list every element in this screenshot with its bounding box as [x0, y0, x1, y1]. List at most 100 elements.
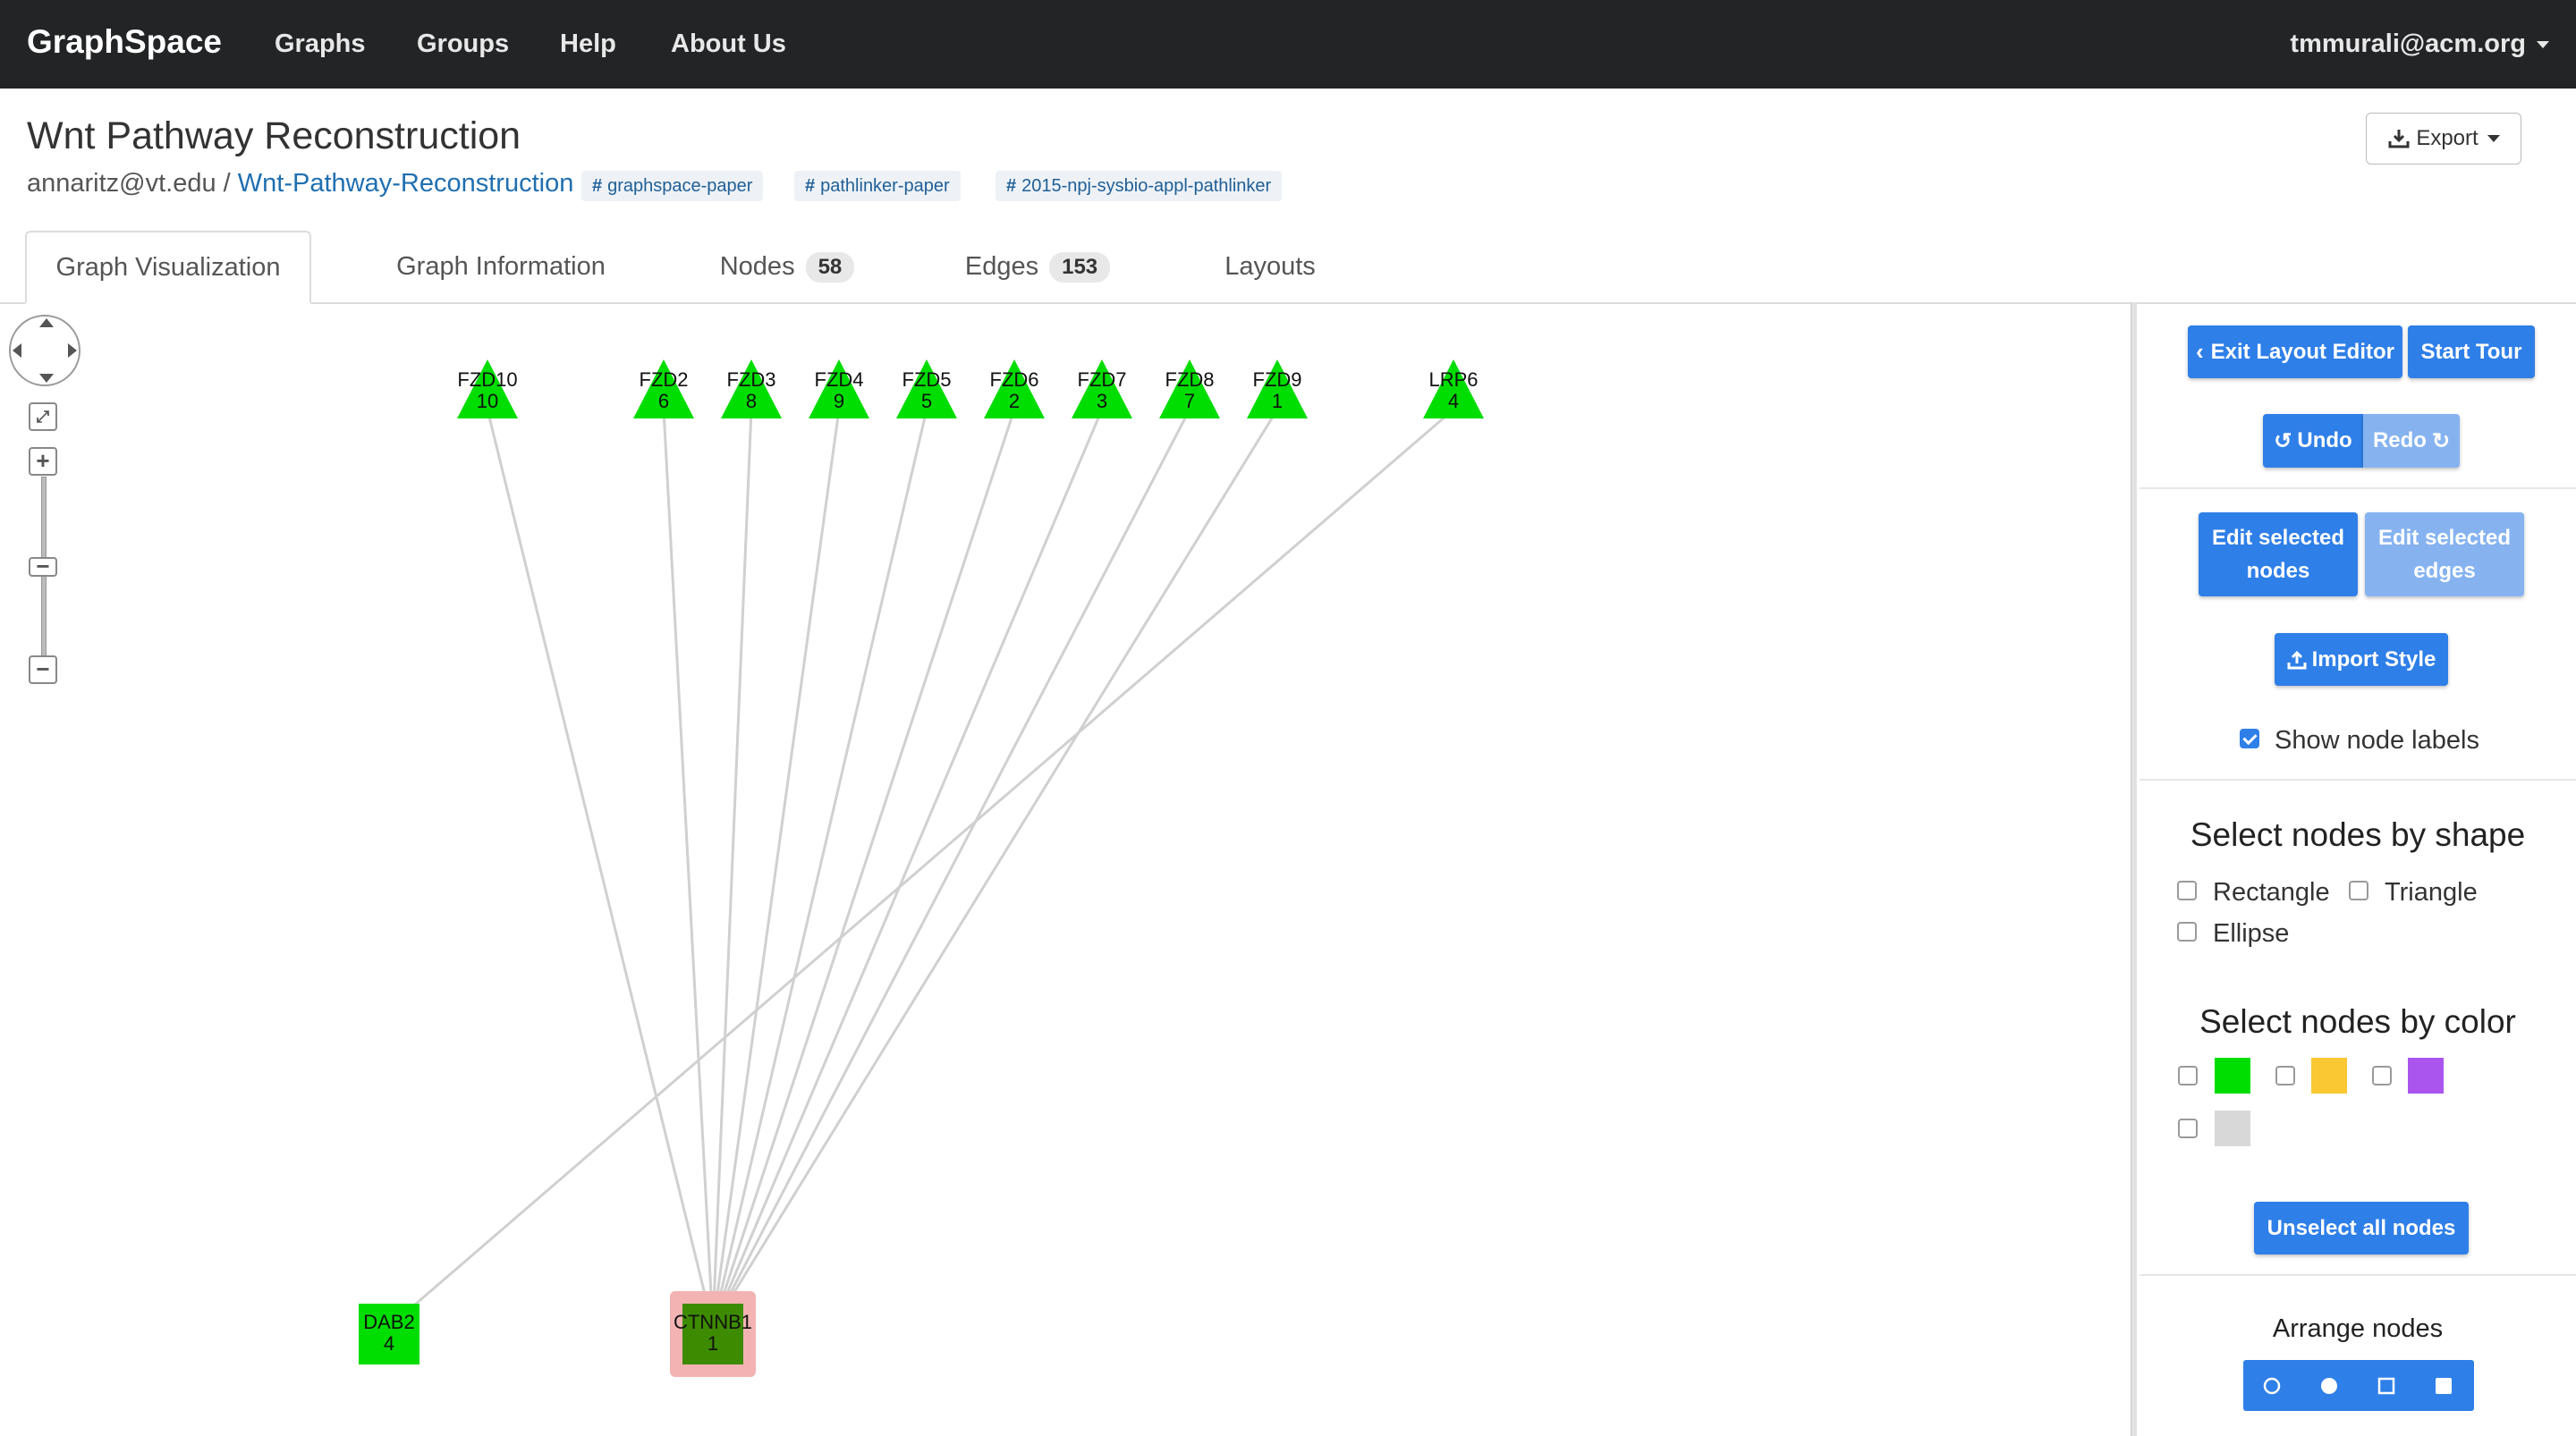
nav-graphs[interactable]: Graphs — [275, 30, 366, 59]
shape-triangle-checkbox[interactable] — [2349, 881, 2368, 900]
graph-edge[interactable] — [711, 409, 1104, 1328]
graph-name-link[interactable]: Wnt-Pathway-Reconstruction — [238, 169, 574, 198]
color-gray-checkbox[interactable] — [2178, 1119, 2198, 1138]
node-value-label: 3 — [1097, 390, 1107, 412]
pan-right-icon[interactable] — [68, 343, 77, 358]
node-name-label: DAB2 — [363, 1311, 414, 1333]
nodes-count-badge: 58 — [805, 252, 855, 283]
arrange-square-filled-button[interactable] — [2415, 1360, 2472, 1411]
tag-graphspace-paper[interactable]: # graphspace-paper — [581, 171, 764, 201]
panel-divider[interactable] — [2131, 302, 2137, 1436]
graph-node-fzd4[interactable]: FZD49 — [809, 359, 869, 418]
node-value-label: 8 — [746, 390, 757, 412]
edit-selected-edges-button[interactable]: Edit selected edges — [2365, 512, 2524, 596]
pan-left-icon[interactable] — [13, 343, 21, 358]
tag-label: 2015-npj-sysbio-appl-pathlinker — [1021, 176, 1272, 196]
top-navbar: GraphSpace Graphs Groups Help About Us t… — [0, 0, 2576, 89]
tab-edges[interactable]: Edges 153 — [948, 231, 1127, 302]
edit-edges-label-2: edges — [2413, 559, 2476, 583]
hash-icon: # — [592, 176, 603, 196]
node-name-label: FZD10 — [457, 368, 517, 391]
graph-edge[interactable] — [711, 409, 1191, 1328]
pan-down-icon[interactable] — [39, 374, 54, 383]
pan-control[interactable] — [9, 315, 80, 386]
graph-node-fzd5[interactable]: FZD55 — [896, 359, 957, 418]
tag-label: graphspace-paper — [607, 176, 753, 196]
graph-edge[interactable] — [711, 409, 1016, 1328]
tab-nodes[interactable]: Nodes 58 — [698, 231, 877, 302]
caret-down-icon — [2537, 41, 2549, 49]
edit-selected-nodes-button[interactable]: Edit selected nodes — [2199, 512, 2358, 596]
zoom-in-icon[interactable]: + — [29, 447, 57, 476]
graph-node-ctnnb1[interactable]: CTNNB11 — [670, 1291, 756, 1377]
redo-icon: ↻ — [2431, 428, 2451, 453]
select-by-shape-heading: Select nodes by shape — [2190, 816, 2526, 853]
undo-button[interactable]: ↺ Undo — [2263, 414, 2363, 468]
graph-node-fzd3[interactable]: FZD38 — [721, 359, 782, 418]
graph-node-fzd6[interactable]: FZD62 — [984, 359, 1045, 418]
graph-edge[interactable] — [662, 409, 715, 1328]
upload-icon — [2287, 650, 2307, 669]
user-menu[interactable]: tmmurali@acm.org — [2290, 30, 2549, 59]
graph-node-fzd10[interactable]: FZD1010 — [457, 359, 518, 418]
brand-logo[interactable]: GraphSpace — [27, 23, 222, 61]
square-filled-icon — [2436, 1377, 2452, 1394]
shape-rectangle-checkbox[interactable] — [2177, 881, 2197, 900]
graph-node-fzd9[interactable]: FZD91 — [1247, 359, 1308, 418]
color-green-checkbox[interactable] — [2178, 1066, 2198, 1085]
node-value-label: 9 — [834, 390, 844, 412]
show-node-labels-checkbox[interactable] — [2240, 729, 2259, 748]
shape-rectangle-label: Rectangle — [2213, 878, 2330, 907]
color-swatch-yellow[interactable] — [2311, 1058, 2347, 1094]
graph-edge[interactable] — [388, 408, 1454, 1329]
color-yellow-checkbox[interactable] — [2275, 1066, 2295, 1085]
color-purple-checkbox[interactable] — [2372, 1066, 2392, 1085]
graph-node-fzd7[interactable]: FZD73 — [1072, 359, 1132, 418]
node-value-label: 1 — [1272, 390, 1283, 412]
breadcrumb-separator: / — [223, 169, 231, 198]
export-label: Export — [2416, 126, 2479, 150]
arrange-circle-outline-button[interactable] — [2243, 1360, 2301, 1411]
arrange-square-outline-button[interactable] — [2358, 1360, 2415, 1411]
exit-layout-editor-button[interactable]: ‹ Exit Layout Editor — [2188, 325, 2402, 378]
shape-ellipse-checkbox[interactable] — [2177, 922, 2197, 942]
nav-help[interactable]: Help — [560, 30, 616, 59]
redo-button[interactable]: Redo ↻ — [2363, 414, 2460, 468]
import-style-button[interactable]: Import Style — [2275, 633, 2448, 686]
pan-up-icon[interactable] — [39, 318, 54, 327]
arrange-circle-filled-button[interactable] — [2301, 1360, 2358, 1411]
tab-nodes-label: Nodes — [719, 252, 795, 281]
node-value-label: 4 — [384, 1332, 394, 1355]
zoom-slider-handle[interactable]: − — [29, 554, 57, 578]
fit-icon[interactable]: ⤢ — [29, 402, 57, 431]
tag-2015-npj[interactable]: #2015-npj-sysbio-appl-pathlinker — [996, 171, 1283, 201]
node-value-label: 7 — [1184, 390, 1195, 412]
nav-about-us[interactable]: About Us — [671, 30, 786, 59]
select-by-color-heading: Select nodes by color — [2199, 1003, 2516, 1040]
node-name-label: FZD2 — [640, 368, 689, 391]
export-button[interactable]: Export — [2366, 113, 2521, 165]
node-value-label: 10 — [477, 390, 498, 412]
nav-groups[interactable]: Groups — [417, 30, 509, 59]
node-value-label: 4 — [1448, 390, 1459, 412]
graph-node-fzd8[interactable]: FZD87 — [1159, 359, 1220, 418]
tab-graph-visualization[interactable]: Graph Visualization — [25, 231, 311, 304]
color-swatch-gray[interactable] — [2215, 1111, 2250, 1146]
color-swatch-green[interactable] — [2215, 1058, 2250, 1094]
page-title: Wnt Pathway Reconstruction — [27, 114, 521, 157]
graph-edge[interactable] — [486, 409, 715, 1328]
zoom-out-icon[interactable]: − — [29, 655, 57, 684]
graph-node-lrp6[interactable]: LRP64 — [1423, 359, 1484, 418]
graph-edge[interactable] — [711, 409, 1279, 1328]
tab-layouts[interactable]: Layouts — [1199, 231, 1342, 302]
graph-canvas[interactable]: FZD1010 FZD26 FZD38 FZD49 FZD55 FZD62 FZD73 FZD… — [0, 304, 2129, 1436]
color-swatch-purple[interactable] — [2408, 1058, 2444, 1094]
node-value-label: 1 — [708, 1332, 718, 1355]
shape-triangle-label: Triangle — [2385, 878, 2478, 907]
start-tour-button[interactable]: Start Tour — [2408, 325, 2535, 378]
graph-node-fzd2[interactable]: FZD26 — [633, 359, 694, 418]
unselect-all-nodes-button[interactable]: Unselect all nodes — [2254, 1202, 2469, 1254]
tag-pathlinker-paper[interactable]: # pathlinker-paper — [794, 171, 961, 201]
tab-graph-information[interactable]: Graph Information — [358, 231, 644, 302]
graph-node-dab2[interactable]: DAB24 — [359, 1304, 419, 1364]
